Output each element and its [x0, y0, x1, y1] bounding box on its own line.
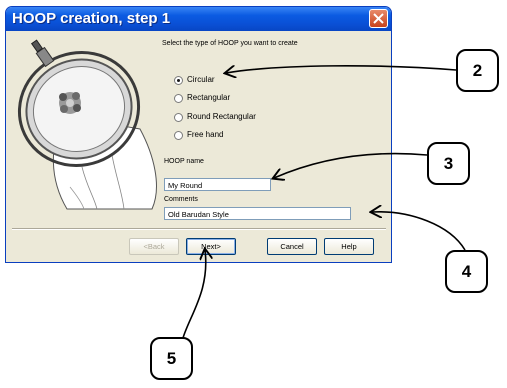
callout-4: 4 — [445, 250, 488, 293]
callout-3: 3 — [427, 142, 470, 185]
arrow-3 — [274, 152, 428, 178]
arrow-5 — [182, 250, 206, 339]
arrow-4 — [372, 212, 466, 251]
callout-2: 2 — [456, 49, 499, 92]
arrow-2 — [226, 65, 457, 73]
callout-5: 5 — [150, 337, 193, 380]
annotation-arrows — [182, 65, 466, 339]
